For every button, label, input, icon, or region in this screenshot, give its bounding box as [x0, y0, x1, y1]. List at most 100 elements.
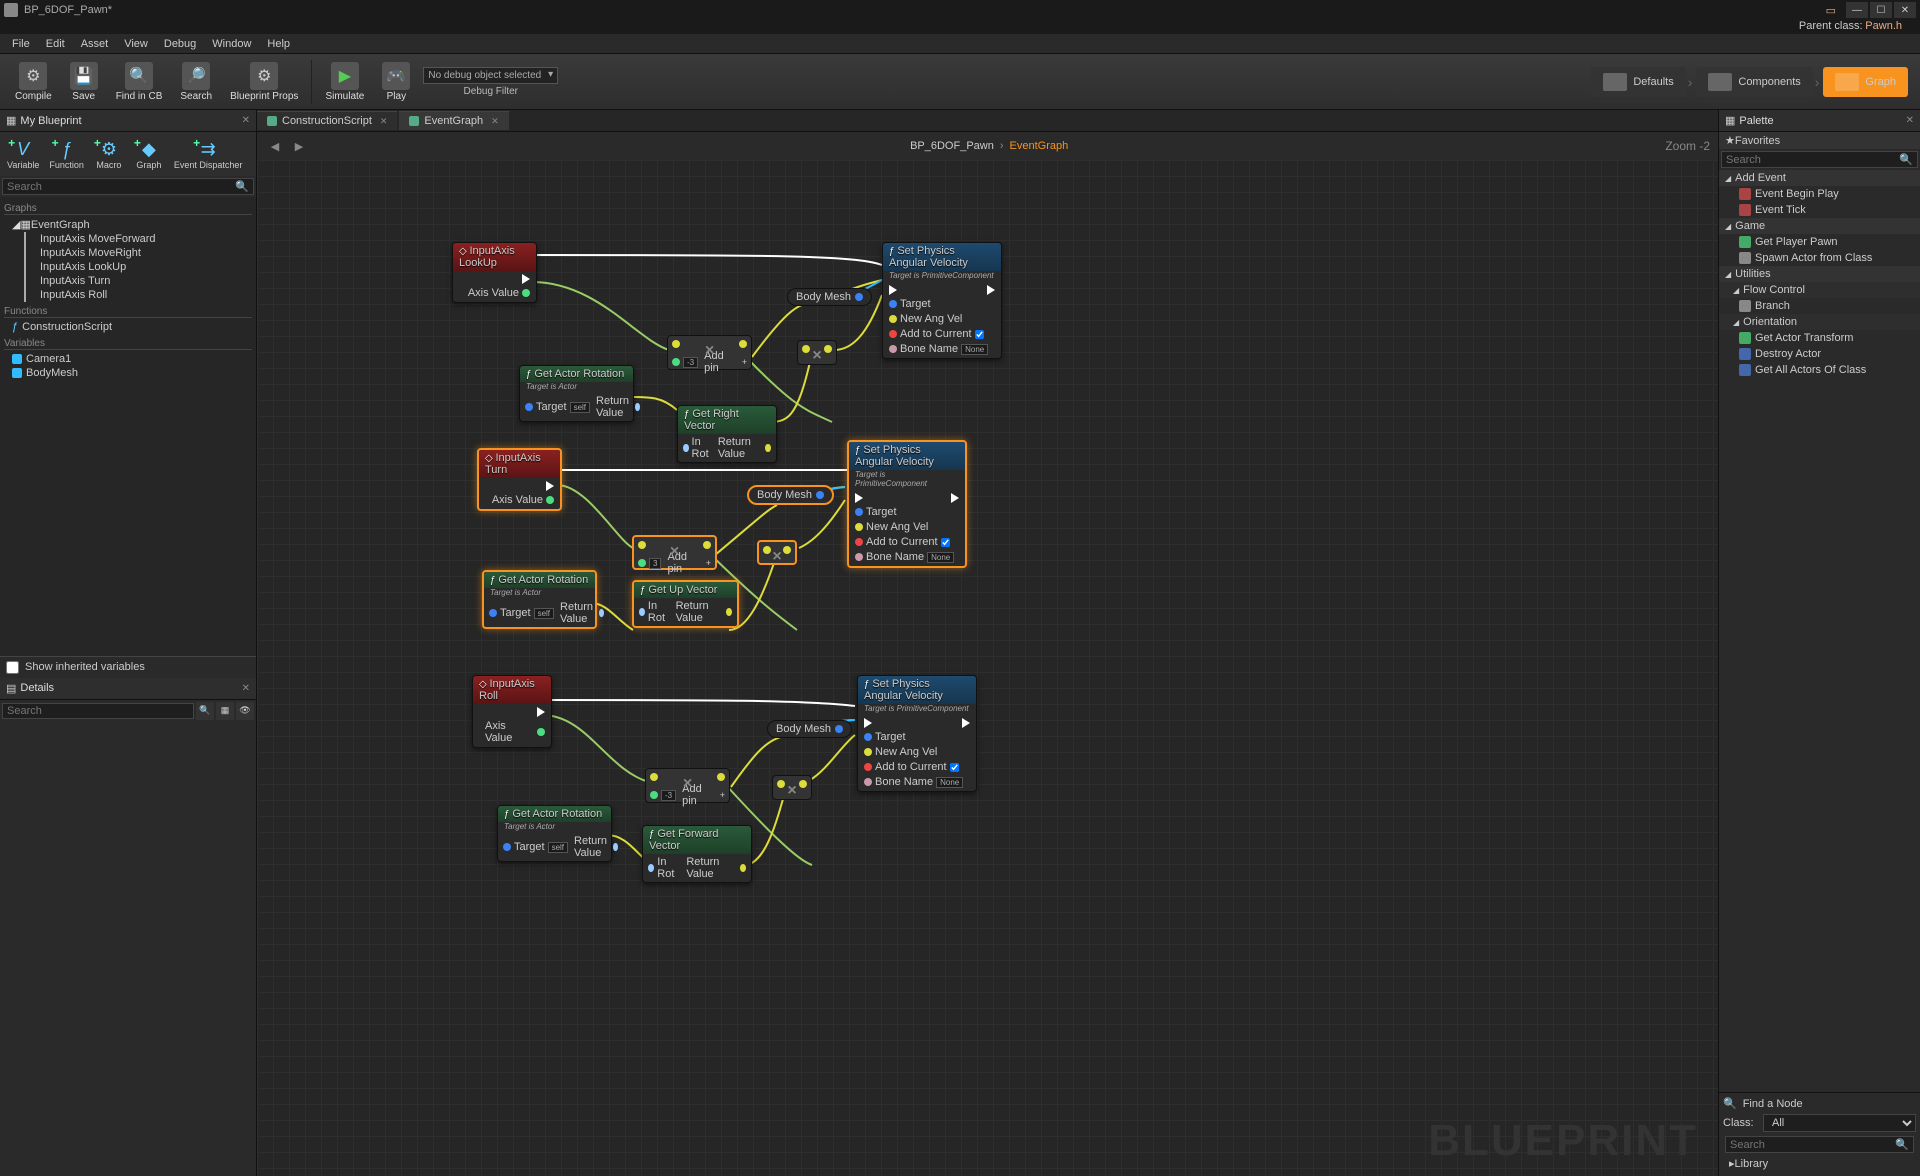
node-body-mesh-ref[interactable]: Body Mesh [767, 720, 852, 738]
favorites-section[interactable]: ★ Favorites [1719, 132, 1920, 149]
exec-out-pin[interactable] [537, 707, 545, 717]
save-button[interactable]: 💾Save [62, 60, 106, 104]
mode-graph[interactable]: Graph [1823, 67, 1908, 97]
pal-item[interactable]: Branch [1719, 298, 1920, 314]
details-tab[interactable]: ▤ Details ✕ [0, 678, 256, 700]
close-icon[interactable]: ✕ [491, 116, 499, 127]
play-button[interactable]: 🎮Play [374, 60, 418, 104]
add-variable-button[interactable]: +VVariable [3, 136, 43, 172]
close-icon[interactable]: ✕ [242, 683, 250, 694]
exec-in-pin[interactable] [855, 493, 863, 503]
target-pin[interactable]: Target self [525, 401, 590, 413]
new-ang-vel-pin[interactable]: New Ang Vel [889, 313, 995, 325]
node-inputaxis-roll[interactable]: ◇ InputAxis Roll Axis Value [472, 675, 552, 748]
tree-item[interactable]: InputAxis MoveRight [4, 246, 252, 260]
return-value-pin[interactable]: Return Value [596, 395, 640, 419]
add-event-dispatcher-button[interactable]: +⇉Event Dispatcher [170, 136, 247, 172]
pal-item[interactable]: Destroy Actor [1719, 346, 1920, 362]
menu-window[interactable]: Window [204, 36, 259, 52]
add-to-current-pin[interactable]: Add to Current [855, 536, 959, 548]
pal-group-game[interactable]: ◢Game [1719, 218, 1920, 234]
node-inputaxis-lookup[interactable]: ◇ InputAxis LookUp Axis Value [452, 242, 537, 303]
search-button[interactable]: 🔎Search [172, 60, 220, 104]
menu-debug[interactable]: Debug [156, 36, 204, 52]
my-blueprint-tab[interactable]: ▦ My Blueprint ✕ [0, 110, 256, 132]
node-multiply-vector-float[interactable]: × -3Add pin + [667, 335, 752, 370]
axis-value-pin[interactable]: Axis Value [492, 494, 554, 506]
pal-item[interactable]: Get Player Pawn [1719, 234, 1920, 250]
tree-var-bodymesh[interactable]: BodyMesh [4, 366, 252, 380]
search-input[interactable] [1726, 154, 1899, 166]
add-to-current-pin[interactable]: Add to Current [889, 328, 995, 340]
tree-item[interactable]: InputAxis Roll [4, 288, 252, 302]
tab-event-graph[interactable]: EventGraph✕ [399, 111, 508, 130]
blueprint-props-button[interactable]: ⚙Blueprint Props [222, 60, 306, 104]
exec-in-pin[interactable] [864, 718, 872, 728]
add-graph-button[interactable]: +◆Graph [130, 136, 168, 172]
add-macro-button[interactable]: +⚙Macro [90, 136, 128, 172]
axis-value-pin[interactable]: Axis Value [468, 287, 530, 299]
close-icon[interactable]: ✕ [1906, 115, 1914, 126]
node-get-actor-rotation[interactable]: ƒ Get Actor Rotation Target is Actor Tar… [482, 570, 597, 629]
node-multiply-vector[interactable]: × [772, 775, 812, 800]
tree-construction-script[interactable]: ƒConstructionScript [4, 320, 252, 334]
eye-icon[interactable]: 👁 [236, 702, 254, 720]
node-body-mesh-ref[interactable]: Body Mesh [787, 288, 872, 306]
compile-button[interactable]: ⚙Compile [7, 60, 60, 104]
minimize-button[interactable]: — [1846, 2, 1868, 18]
node-set-physics-angular-velocity[interactable]: ƒ Set Physics Angular Velocity Target is… [882, 242, 1002, 359]
return-value-pin[interactable]: Return Value [718, 436, 771, 460]
pal-item[interactable]: Get Actor Transform [1719, 330, 1920, 346]
node-get-up-vector[interactable]: ƒ Get Up Vector In RotReturn Value [632, 580, 739, 628]
pal-item[interactable]: Event Tick [1719, 202, 1920, 218]
pal-item[interactable]: Spawn Actor from Class [1719, 250, 1920, 266]
simulate-button[interactable]: ▶Simulate [317, 60, 372, 104]
pal-group-orientation[interactable]: ◢Orientation [1719, 314, 1920, 330]
node-body-mesh-ref[interactable]: Body Mesh [747, 485, 834, 505]
debug-object-select[interactable]: No debug object selected [423, 67, 558, 84]
maximize-button[interactable]: ☐ [1870, 2, 1892, 18]
node-inputaxis-turn[interactable]: ◇ InputAxis Turn Axis Value [477, 448, 562, 511]
pal-group-add-event[interactable]: ◢Add Event [1719, 170, 1920, 186]
exec-out-pin[interactable] [546, 481, 554, 491]
exec-in-pin[interactable] [889, 285, 897, 295]
show-inherited-checkbox[interactable]: Show inherited variables [0, 656, 256, 678]
node-multiply-vector[interactable]: × [757, 540, 797, 565]
my-blueprint-search[interactable]: 🔍 [2, 178, 254, 195]
mode-defaults[interactable]: Defaults [1591, 67, 1685, 97]
palette-tab[interactable]: ▦ Palette ✕ [1719, 110, 1920, 132]
tree-item[interactable]: InputAxis Turn [4, 274, 252, 288]
target-pin[interactable]: Target [855, 506, 959, 518]
target-pin[interactable]: Target [889, 298, 995, 310]
mode-components[interactable]: Components [1696, 67, 1812, 97]
bone-name-pin[interactable]: Bone Name None [889, 343, 995, 355]
node-multiply-vector-float[interactable]: × -3Add pin + [645, 768, 730, 803]
browse-icon[interactable]: ▭ [1826, 4, 1836, 17]
node-set-physics-angular-velocity[interactable]: ƒ Set Physics Angular Velocity Target is… [847, 440, 967, 568]
node-get-right-vector[interactable]: ƒ Get Right Vector In RotReturn Value [677, 405, 777, 463]
details-search-input[interactable] [2, 703, 194, 719]
grid-view-icon[interactable]: ▦ [216, 702, 234, 720]
menu-help[interactable]: Help [259, 36, 298, 52]
breadcrumb-graph[interactable]: EventGraph [1010, 140, 1069, 152]
bone-name-pin[interactable]: Bone Name None [855, 551, 959, 563]
menu-view[interactable]: View [116, 36, 156, 52]
exec-out-pin[interactable] [987, 285, 995, 295]
library-item[interactable]: ▸ Library [1723, 1155, 1916, 1172]
pal-group-utilities[interactable]: ◢Utilities [1719, 266, 1920, 282]
find-in-cb-button[interactable]: 🔍Find in CB [108, 60, 171, 104]
search-input[interactable] [7, 181, 235, 193]
search-input[interactable] [1730, 1139, 1895, 1151]
tree-eventgraph[interactable]: ◢▦ EventGraph [4, 217, 252, 232]
exec-out-pin[interactable] [522, 274, 530, 284]
new-ang-vel-pin[interactable]: New Ang Vel [855, 521, 959, 533]
nav-forward-button[interactable]: ▶ [289, 136, 309, 156]
find-node-search[interactable]: 🔍 [1725, 1136, 1914, 1153]
menu-file[interactable]: File [4, 36, 38, 52]
nav-back-button[interactable]: ◀ [265, 136, 285, 156]
pal-item[interactable]: Get All Actors Of Class [1719, 362, 1920, 378]
pal-item[interactable]: Event Begin Play [1719, 186, 1920, 202]
tree-item[interactable]: InputAxis LookUp [4, 260, 252, 274]
exec-out-pin[interactable] [962, 718, 970, 728]
menu-asset[interactable]: Asset [73, 36, 117, 52]
